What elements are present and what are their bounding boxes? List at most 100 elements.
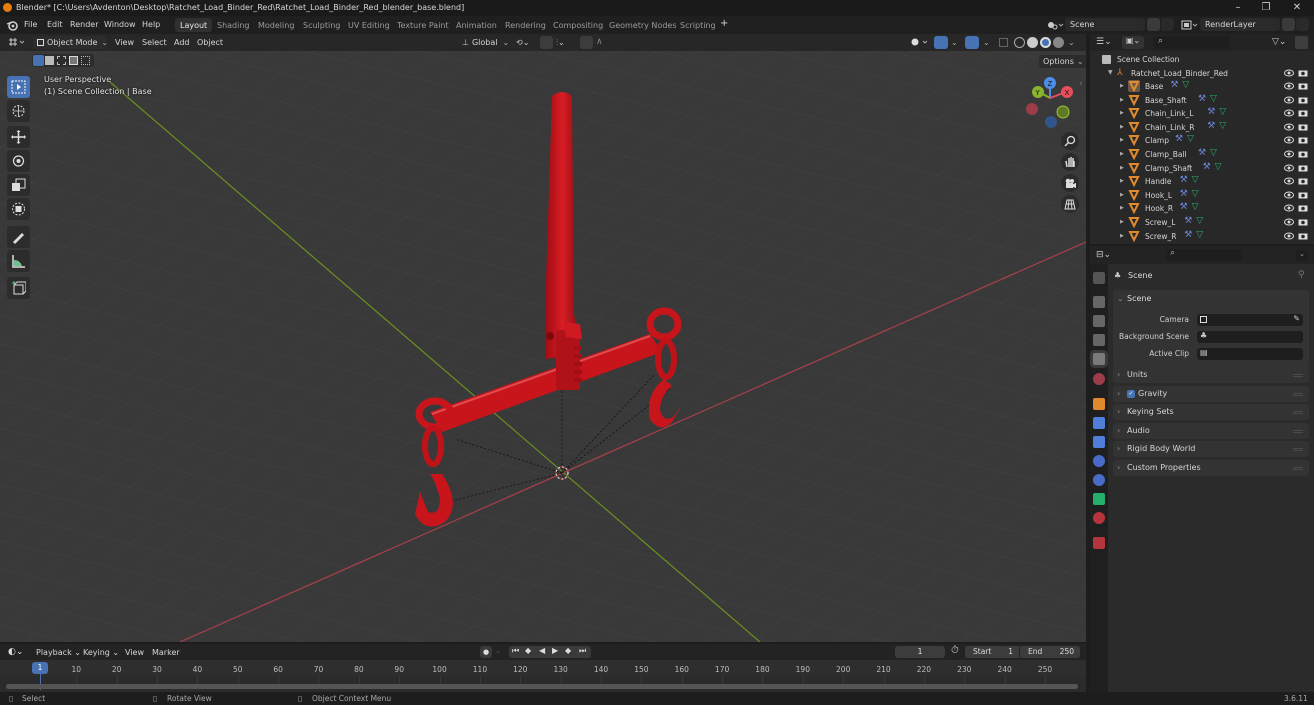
render-camera-icon[interactable] — [1298, 232, 1308, 240]
tab-scripting[interactable]: Scripting — [675, 18, 721, 32]
outliner-scene-collection[interactable]: Scene Collection — [1090, 53, 1314, 67]
tool-measure[interactable] — [7, 250, 30, 272]
modifier-wrench-icon[interactable]: ⚒ — [1207, 107, 1215, 117]
render-camera-icon[interactable] — [1298, 136, 1308, 144]
panel-rigid-body-world[interactable]: › Rigid Body World — [1113, 441, 1309, 458]
visibility-eye-icon[interactable] — [1284, 177, 1294, 185]
timeline-menu-marker[interactable]: Marker — [152, 648, 180, 657]
outliner-search-input[interactable]: ⌕ — [1154, 36, 1230, 49]
scene-selector-icon[interactable] — [1046, 19, 1064, 31]
close-button[interactable]: ✕ — [1284, 1, 1310, 15]
drag-handle-icon[interactable] — [1293, 411, 1303, 413]
outliner-object-row[interactable]: ▶ Clamp_Ball ⚒ ▽ — [1090, 148, 1314, 162]
tool-scale[interactable] — [7, 174, 30, 196]
scene-name-field[interactable]: Scene — [1065, 18, 1145, 31]
tab-modifier-icon[interactable] — [1093, 417, 1105, 429]
tab-particles-icon[interactable] — [1093, 436, 1105, 448]
delete-view-layer-button[interactable] — [1296, 18, 1309, 31]
outliner-object-row[interactable]: ▶ Handle ⚒ ▽ — [1090, 175, 1314, 189]
mesh-data-icon[interactable]: ▽ — [1215, 162, 1222, 172]
render-camera-icon[interactable] — [1298, 191, 1308, 199]
background-scene-field[interactable]: ♣ — [1197, 331, 1303, 343]
expand-arrow-icon[interactable]: ▶ — [1120, 83, 1124, 89]
expand-arrow-icon[interactable]: ▶ — [1120, 124, 1124, 130]
viewport-menu-view[interactable]: View — [115, 38, 134, 47]
render-camera-icon[interactable] — [1298, 204, 1308, 212]
timeline-menu-keying[interactable]: Keying ⌄ — [83, 648, 119, 657]
shading-solid-icon[interactable] — [1027, 37, 1038, 48]
render-camera-icon[interactable] — [1298, 109, 1308, 117]
end-frame-field[interactable]: End 250 — [1020, 646, 1080, 658]
timeline-menu-view[interactable]: View — [125, 648, 144, 657]
transform-orientation-dropdown[interactable]: ⊥ Global ⌄ — [458, 36, 513, 49]
visibility-eye-icon[interactable] — [1284, 204, 1294, 212]
timeline-menu-playback[interactable]: Playback ⌄ — [36, 648, 81, 657]
overlay-dropdown[interactable]: ⌄ — [983, 38, 990, 47]
playhead-frame-indicator[interactable]: 1 — [32, 662, 48, 674]
properties-search-input[interactable]: ⌕ — [1166, 248, 1242, 261]
visibility-eye-icon[interactable] — [1284, 96, 1294, 104]
modifier-wrench-icon[interactable]: ⚒ — [1203, 162, 1211, 172]
mesh-data-icon[interactable]: ▽ — [1182, 80, 1189, 90]
mesh-data-icon[interactable]: ▽ — [1192, 202, 1199, 212]
mesh-data-icon[interactable]: ▽ — [1196, 230, 1203, 240]
panel-units[interactable]: › Units — [1113, 367, 1309, 383]
expand-arrow-icon[interactable]: ▶ — [1120, 219, 1124, 225]
tab-shading[interactable]: Shading — [212, 18, 255, 32]
visibility-eye-icon[interactable] — [1284, 69, 1294, 77]
tool-move[interactable] — [7, 126, 30, 148]
tab-physics-icon[interactable] — [1093, 455, 1105, 467]
shading-material-preview-icon[interactable] — [1040, 37, 1051, 48]
render-camera-icon[interactable] — [1298, 69, 1308, 77]
render-camera-icon[interactable] — [1298, 218, 1308, 226]
select-mode-new-icon[interactable] — [33, 55, 44, 66]
outliner-object-row[interactable]: ▶ Screw_R ⚒ ▽ — [1090, 230, 1314, 244]
visibility-eye-icon[interactable] — [1284, 164, 1294, 172]
modifier-wrench-icon[interactable]: ⚒ — [1180, 189, 1188, 199]
drag-handle-icon[interactable] — [1293, 392, 1303, 394]
scene-section-title[interactable]: Scene — [1127, 294, 1151, 303]
panel-keying-sets[interactable]: › Keying Sets — [1113, 404, 1309, 421]
add-workspace-button[interactable]: + — [720, 18, 728, 29]
render-camera-icon[interactable] — [1298, 177, 1308, 185]
expand-arrow-icon[interactable]: ▶ — [1120, 151, 1124, 157]
pan-view-button[interactable] — [1061, 153, 1079, 171]
outliner-object-row[interactable]: ▶ Chain_Link_L ⚒ ▽ — [1090, 107, 1314, 121]
display-mode-dropdown[interactable]: ▣⌄ — [1122, 36, 1144, 49]
menu-window[interactable]: Window — [104, 20, 136, 29]
tab-layout[interactable]: Layout — [175, 18, 213, 32]
visibility-eye-icon[interactable] — [1284, 109, 1294, 117]
view-layer-icon[interactable] — [1181, 19, 1199, 31]
visibility-eye-icon[interactable] — [1284, 123, 1294, 131]
panel-audio[interactable]: › Audio — [1113, 422, 1309, 439]
modifier-wrench-icon[interactable]: ⚒ — [1180, 202, 1188, 212]
expand-arrow-icon[interactable]: ▶ — [1120, 110, 1124, 116]
prev-keyframe-button[interactable]: ◆ — [525, 646, 531, 655]
mesh-data-icon[interactable]: ▽ — [1219, 121, 1226, 131]
camera-view-button[interactable] — [1061, 174, 1079, 192]
blender-menu-icon[interactable] — [6, 19, 18, 31]
delete-scene-button[interactable] — [1161, 18, 1174, 31]
shading-rendered-icon[interactable] — [1053, 37, 1064, 48]
tab-render-icon[interactable] — [1093, 296, 1105, 308]
pivot-point-icon[interactable]: ⟲⌄ — [516, 38, 529, 47]
select-mode-intersect-icon[interactable] — [81, 56, 90, 65]
tool-select-box[interactable] — [7, 76, 30, 98]
play-reverse-button[interactable]: ◀ — [539, 646, 545, 655]
properties-options-dropdown[interactable]: ⌄ — [1296, 250, 1308, 261]
tab-sculpting[interactable]: Sculpting — [298, 18, 345, 32]
start-frame-field[interactable]: Start 1 — [965, 646, 1019, 658]
jump-start-button[interactable]: ⏮ — [512, 646, 519, 656]
modifier-wrench-icon[interactable]: ⚒ — [1170, 80, 1178, 90]
expand-arrow-icon[interactable]: ▶ — [1120, 137, 1124, 143]
properties-editor-type-icon[interactable]: ⊟⌄ — [1096, 250, 1111, 260]
viewport-menu-select[interactable]: Select — [142, 38, 167, 47]
camera-field[interactable]: ✎ — [1197, 314, 1303, 326]
render-camera-icon[interactable] — [1298, 96, 1308, 104]
expand-arrow-icon[interactable]: ▶ — [1120, 205, 1124, 211]
tab-compositing[interactable]: Compositing — [548, 18, 608, 32]
tool-rotate[interactable] — [7, 150, 30, 172]
outliner-editor-type-icon[interactable]: ☰⌄ — [1096, 37, 1112, 47]
visibility-eye-icon[interactable] — [1284, 218, 1294, 226]
tab-scene-icon[interactable] — [1093, 353, 1105, 365]
